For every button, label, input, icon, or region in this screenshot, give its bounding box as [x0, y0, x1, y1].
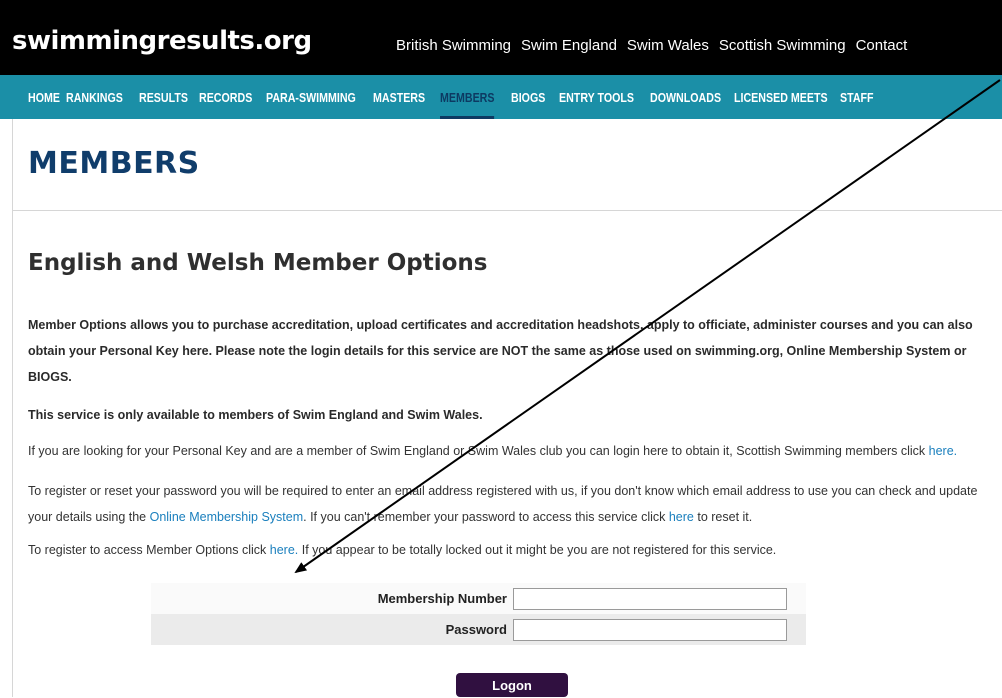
reset-password-link[interactable]: here [669, 510, 694, 524]
nav-licensed-meets[interactable]: LICENSED MEETS [734, 75, 828, 119]
top-link-swim-england[interactable]: Swim England [521, 37, 617, 54]
password-input[interactable] [513, 618, 787, 641]
online-membership-system-link[interactable]: Online Membership System [150, 510, 304, 524]
top-link-swim-wales[interactable]: Swim Wales [627, 37, 709, 54]
title-divider [13, 210, 1002, 211]
scottish-members-link[interactable]: here. [929, 444, 958, 458]
top-link-contact[interactable]: Contact [856, 37, 908, 54]
logon-button[interactable]: Logon [456, 673, 568, 697]
personal-key-paragraph: If you are looking for your Personal Key… [28, 438, 993, 464]
nav-para-swimming[interactable]: PARA-SWIMMING [266, 75, 356, 119]
top-link-scottish-swimming[interactable]: Scottish Swimming [719, 37, 846, 54]
availability-note: This service is only available to member… [28, 408, 483, 422]
nav-masters[interactable]: MASTERS [373, 75, 425, 119]
page-title: MEMBERS [28, 146, 200, 181]
section-heading: English and Welsh Member Options [28, 250, 488, 276]
nav-biogs[interactable]: BIOGS [511, 75, 545, 119]
membership-number-label: Membership Number [377, 591, 507, 606]
nav-staff[interactable]: STAFF [840, 75, 874, 119]
membership-number-row: Membership Number [151, 583, 806, 614]
register-paragraph: To register to access Member Options cli… [28, 537, 993, 563]
personal-key-text: If you are looking for your Personal Key… [28, 444, 929, 458]
nav-home[interactable]: HOME [28, 75, 60, 119]
content-left-border [12, 119, 13, 697]
nav-members[interactable]: MEMBERS [440, 75, 496, 119]
register-text-1: To register to access Member Options cli… [28, 543, 270, 557]
reset-paragraph: To register or reset your password you w… [28, 478, 993, 530]
top-link-british-swimming[interactable]: British Swimming [396, 37, 511, 54]
nav-downloads[interactable]: DOWNLOADS [650, 75, 721, 119]
nav-results[interactable]: RESULTS [139, 75, 188, 119]
password-label: Password [445, 622, 507, 637]
top-links: British Swimming Swim England Swim Wales… [396, 37, 917, 54]
register-text-2: If you appear to be totally locked out i… [298, 543, 777, 557]
main-nav: HOME RANKINGS RESULTS RECORDS PARA-SWIMM… [0, 75, 1002, 119]
nav-entry-tools[interactable]: ENTRY TOOLS [559, 75, 634, 119]
top-header: swimmingresults.org British Swimming Swi… [0, 0, 1002, 75]
register-link[interactable]: here. [270, 543, 299, 557]
intro-paragraph: Member Options allows you to purchase ac… [28, 318, 973, 384]
password-row: Password [151, 614, 806, 645]
membership-number-input[interactable] [513, 587, 787, 610]
nav-records[interactable]: RECORDS [199, 75, 252, 119]
reset-text-3: to reset it. [693, 510, 753, 524]
nav-rankings[interactable]: RANKINGS [66, 75, 123, 119]
site-logo[interactable]: swimmingresults.org [12, 26, 312, 56]
login-form: Membership Number Password [151, 583, 806, 645]
reset-text-2: . If you can't remember your password to… [303, 510, 669, 524]
